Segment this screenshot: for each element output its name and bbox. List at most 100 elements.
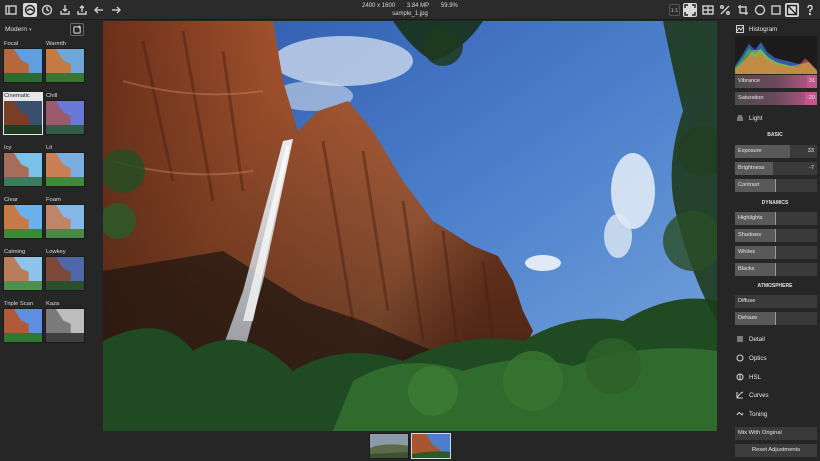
histogram-icon	[735, 25, 744, 34]
add-preset-icon	[72, 25, 81, 34]
highlights-slider[interactable]: Highlights	[735, 212, 817, 225]
filmstrip-thumb-1[interactable]	[369, 433, 409, 459]
preset-label: Chill	[46, 93, 58, 99]
add-preset-button[interactable]	[70, 23, 84, 36]
histogram-header[interactable]: Histogram	[730, 22, 820, 36]
preset-thumbnail	[3, 256, 43, 291]
preset-lowkey[interactable]: Lowkey	[45, 248, 85, 291]
blacks-label: Blacks	[738, 266, 755, 272]
preset-label: Lowkey	[46, 249, 66, 255]
curves-icon	[735, 391, 744, 400]
preset-group-dropdown[interactable]: Modern ▾	[5, 26, 32, 33]
brightness-slider[interactable]: Brightness -7	[735, 162, 817, 175]
preset-thumbnail	[3, 308, 43, 343]
shadows-label: Shadows	[738, 232, 762, 238]
histogram-graph	[735, 36, 817, 74]
preset-group-label: Modern	[5, 26, 28, 33]
hsl-label: HSL	[749, 373, 762, 381]
preset-thumbnail	[3, 152, 43, 187]
vibrance-slider[interactable]: Vibrance 31	[735, 75, 817, 88]
zoom-1to1-button[interactable]: 1:1	[669, 4, 680, 16]
preset-chill[interactable]: Chill	[45, 92, 85, 135]
preset-label: Triple Scan	[4, 301, 34, 307]
split-compare-icon[interactable]	[718, 3, 732, 17]
preset-kaza[interactable]: Kaza	[45, 300, 85, 343]
saturation-value: -20	[804, 92, 817, 105]
light-section-header[interactable]: Light	[730, 111, 820, 125]
dehaze-slider[interactable]: Dehaze	[735, 312, 817, 325]
preset-calming[interactable]: Calming	[3, 248, 43, 291]
highlights-center-marker	[775, 212, 776, 225]
diffuse-slider[interactable]: Diffuse	[735, 295, 817, 308]
preset-thumbnail	[3, 100, 43, 135]
preset-thumbnail	[45, 48, 85, 83]
image-canvas[interactable]	[103, 21, 717, 431]
preset-clear[interactable]: Clear	[3, 196, 43, 239]
filmstrip-thumb-2[interactable]	[411, 433, 451, 459]
preset-thumbnail	[45, 204, 85, 239]
preset-triple-scan[interactable]: Triple Scan	[3, 300, 43, 343]
highlights-label: Highlights	[738, 215, 763, 221]
help-icon[interactable]	[803, 3, 817, 17]
curves-section-header[interactable]: Curves	[730, 388, 820, 402]
whites-center-marker	[775, 246, 776, 259]
hsl-section-header[interactable]: HSL	[730, 370, 820, 384]
dynamics-subheading: DYNAMICS	[761, 200, 789, 206]
saturation-slider[interactable]: Saturation -20	[735, 92, 817, 105]
diffuse-label: Diffuse	[738, 298, 756, 304]
whites-slider[interactable]: Whites	[735, 246, 817, 259]
preset-thumbnail	[3, 48, 43, 83]
contrast-slider[interactable]: Contrast	[735, 179, 817, 192]
preset-thumbnail	[45, 256, 85, 291]
circle-icon[interactable]	[753, 3, 767, 17]
preset-label: Cinematic	[3, 92, 43, 100]
vibrance-value: 31	[806, 75, 817, 88]
compare-icon[interactable]	[701, 3, 715, 17]
preset-label: Lit	[46, 145, 53, 151]
filter-icon[interactable]	[785, 3, 799, 17]
chevron-down-icon: ▾	[29, 27, 32, 33]
preset-warmth[interactable]: Warmth	[45, 40, 85, 83]
vibrance-label: Vibrance	[738, 78, 760, 84]
preset-thumbnail	[3, 204, 43, 239]
toning-icon	[735, 410, 744, 419]
detail-lines-icon	[735, 335, 744, 344]
preset-label: Foam	[46, 197, 61, 203]
shadows-center-marker	[775, 229, 776, 242]
preset-label: Warmth	[46, 41, 67, 47]
shadows-slider[interactable]: Shadows	[735, 229, 817, 242]
square-icon[interactable]	[769, 3, 783, 17]
mix-with-original-slider[interactable]: Mix With Original	[735, 427, 817, 440]
optics-label: Optics	[749, 354, 767, 362]
preset-foam[interactable]: Foam	[45, 196, 85, 239]
preset-icy[interactable]: Icy	[3, 144, 43, 187]
blacks-slider[interactable]: Blacks	[735, 263, 817, 276]
fit-screen-icon[interactable]	[683, 3, 697, 17]
preset-lit[interactable]: Lit	[45, 144, 85, 187]
detail-section-header[interactable]: Detail	[730, 332, 820, 346]
exposure-value: 33	[807, 148, 814, 154]
exposure-label: Exposure	[738, 148, 762, 154]
exposure-slider[interactable]: Exposure 33	[735, 145, 817, 158]
toning-section-header[interactable]: Toning	[730, 407, 820, 421]
hsl-icon	[735, 373, 744, 382]
detail-label: Detail	[749, 335, 765, 343]
reset-adjustments-button[interactable]: Reset Adjustments	[735, 444, 817, 457]
preset-label: Kaza	[46, 301, 60, 307]
preset-label: Focal	[4, 41, 19, 47]
preset-focal[interactable]: Focal	[3, 40, 43, 83]
optics-section-header[interactable]: Optics	[730, 351, 820, 365]
blacks-center-marker	[775, 263, 776, 276]
dehaze-label: Dehaze	[738, 315, 758, 321]
preset-label: Icy	[4, 145, 12, 151]
whites-label: Whites	[738, 249, 756, 255]
presets-panel: Modern ▾ Focal Warmth Cinematic Chill Icy Lit C…	[0, 21, 91, 461]
brightness-value: -7	[809, 165, 814, 171]
preset-label: Calming	[4, 249, 26, 255]
crop-icon[interactable]	[736, 3, 750, 17]
optics-circle-icon	[735, 354, 744, 363]
preset-cinematic[interactable]: Cinematic	[3, 92, 43, 135]
photo-preview	[103, 21, 717, 431]
preset-thumbnail	[45, 152, 85, 187]
zoom-percent: 59.9%	[440, 3, 458, 9]
